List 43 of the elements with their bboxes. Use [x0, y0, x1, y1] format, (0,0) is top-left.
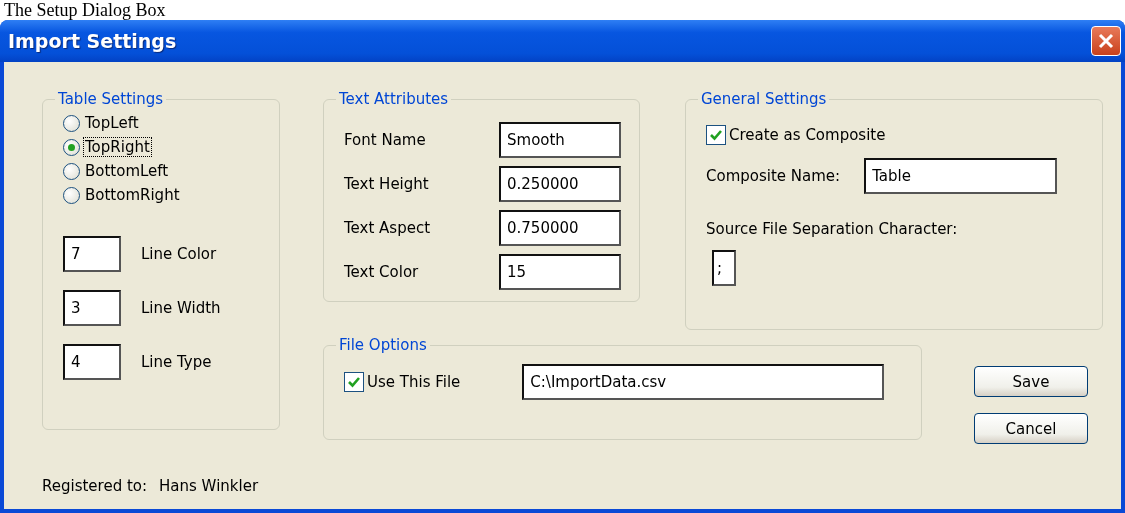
footer-label: Registered to:	[42, 477, 148, 495]
close-button[interactable]	[1091, 26, 1121, 56]
radio-option[interactable]: BottomLeft	[63, 160, 261, 182]
input-field[interactable]: C:\ImportData.csv	[522, 364, 885, 400]
window-title: Import Settings	[8, 30, 177, 52]
field-label: Text Color	[344, 263, 419, 281]
radio-circle[interactable]	[63, 138, 80, 156]
radio-circle[interactable]	[63, 162, 80, 180]
radio-option[interactable]: TopLeft	[63, 112, 261, 134]
input-field[interactable]: ;	[712, 250, 736, 286]
registered-name: Hans Winkler	[159, 477, 259, 495]
input-field[interactable]: 4	[63, 344, 121, 380]
group-title: Text Attributes	[338, 90, 450, 108]
close-icon	[1097, 32, 1115, 50]
field-label: Text Height	[344, 175, 429, 193]
group-title: Table Settings	[57, 90, 165, 108]
checkbox[interactable]: Create as Composite	[706, 122, 1084, 148]
checkbox-box[interactable]	[344, 372, 364, 392]
input-field[interactable]: 3	[63, 290, 121, 326]
group-title: File Options	[338, 336, 428, 354]
radio-circle[interactable]	[63, 186, 80, 204]
group-title: General Settings	[700, 90, 828, 108]
input-field[interactable]: Table	[864, 158, 1058, 194]
dialog-button[interactable]: Save	[974, 366, 1088, 397]
input-field[interactable]: Smooth	[499, 122, 621, 158]
radio-option[interactable]: BottomRight	[63, 184, 261, 206]
field-label: Line Color	[141, 245, 217, 263]
input-field[interactable]: 15	[499, 254, 621, 290]
field-label: Composite Name:	[706, 167, 841, 185]
input-field[interactable]: 0.750000	[499, 210, 621, 246]
input-field[interactable]: 0.250000	[499, 166, 621, 202]
input-field[interactable]: 7	[63, 236, 121, 272]
field-label: Text Aspect	[344, 219, 431, 237]
field-label: Line Width	[141, 299, 221, 317]
field-label: Line Type	[141, 353, 212, 371]
page-caption: The Setup Dialog Box	[3, 0, 166, 20]
dialog-button[interactable]: Cancel	[974, 413, 1088, 444]
radio-option[interactable]: TopRight	[63, 136, 261, 158]
radio-circle[interactable]	[63, 114, 80, 132]
checkbox[interactable]: Use This File	[344, 369, 461, 395]
checkbox-box[interactable]	[706, 125, 726, 145]
field-label: Font Name	[344, 131, 426, 149]
field-label: Source File Separation Character:	[706, 220, 958, 238]
